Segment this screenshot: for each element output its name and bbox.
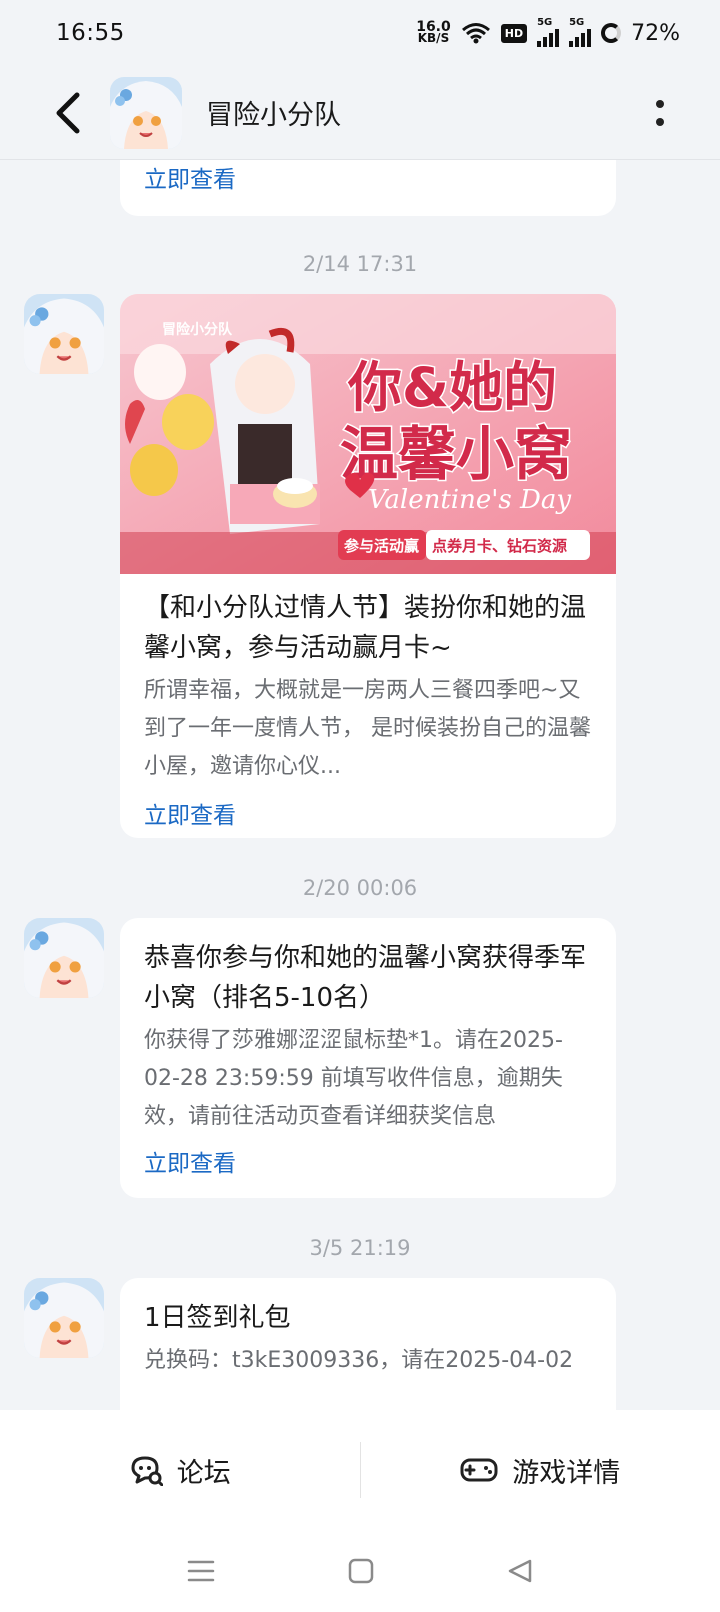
message-card[interactable]: 1日签到礼包 兑换码：t3kE3009336，请在2025-04-02 — [120, 1278, 616, 1410]
avatar[interactable] — [24, 1278, 104, 1358]
message-timestamp: 2/20 00:06 — [302, 876, 418, 900]
avatar[interactable] — [24, 294, 104, 374]
message-list[interactable]: 立即查看 2/14 17:31 冒险小分队 你&她的 温馨小窝 Valentin… — [0, 160, 720, 1410]
home-icon[interactable] — [347, 1557, 375, 1585]
avatar[interactable] — [110, 76, 182, 149]
signal-2-label: 5G — [569, 17, 585, 28]
message-timestamp: 2/14 17:31 — [302, 252, 418, 276]
chat-header: 冒险小分队 — [0, 66, 720, 160]
avatar-image — [24, 1278, 104, 1358]
dot-icon — [656, 118, 664, 126]
message-body: 你获得了莎雅娜涩涩鼠标垫*1。请在2025-02-28 23:59:59 前填写… — [144, 1028, 563, 1129]
bottom-action-bar: 论坛 游戏详情 — [0, 1410, 720, 1530]
wifi-icon — [461, 23, 490, 44]
game-detail-button[interactable]: 游戏详情 — [361, 1451, 720, 1490]
signal-1-label: 5G — [537, 17, 553, 28]
hd-badge: HD — [500, 23, 528, 43]
avatar-image — [24, 918, 104, 998]
status-time: 16:55 — [56, 20, 125, 46]
message-card[interactable]: 立即查看 — [120, 160, 616, 216]
network-speed-unit: KB/S — [417, 31, 450, 45]
message-title: 1日签到礼包 — [144, 1303, 291, 1333]
forum-icon — [131, 1456, 163, 1486]
message-title: 恭喜你参与你和她的温馨小窝获得季军小窝（排名5-10名） — [144, 943, 587, 1013]
forum-label: 论坛 — [176, 1457, 231, 1489]
banner-headline-1: 你&她的 — [347, 356, 557, 419]
signal-icon-2: 5G — [569, 17, 592, 47]
menu-icon[interactable] — [186, 1558, 216, 1584]
banner-image: 冒险小分队 你&她的 温馨小窝 Valentine's Day 参与活动赢 点券… — [120, 294, 616, 574]
battery-icon — [601, 23, 622, 43]
banner-logo: 冒险小分队 — [162, 321, 233, 338]
message-card[interactable]: 冒险小分队 你&她的 温馨小窝 Valentine's Day 参与活动赢 点券… — [120, 294, 616, 838]
message-timestamp: 3/5 21:19 — [309, 1236, 411, 1260]
game-detail-label: 游戏详情 — [512, 1457, 621, 1489]
banner-headline-2: 温馨小窝 — [340, 420, 572, 488]
message-body: 所谓幸福，大概就是一房两人三餐四季吧~又到了一年一度情人节， 是时候装扮自己的温… — [144, 678, 591, 779]
avatar[interactable] — [24, 918, 104, 998]
gamepad-icon — [460, 1458, 498, 1482]
network-speed: 16.0 KB/S — [416, 20, 451, 45]
banner-badge-left: 参与活动赢 — [344, 537, 419, 555]
view-now-link[interactable]: 立即查看 — [144, 803, 236, 829]
avatar-image — [110, 76, 182, 149]
status-bar: 16:55 16.0 KB/S HD 5G 5G 72% — [0, 0, 720, 66]
avatar-image — [24, 294, 104, 374]
signal-icon-1: 5G — [537, 17, 560, 47]
message-card[interactable]: 恭喜你参与你和她的温馨小窝获得季军小窝（排名5-10名） 你获得了莎雅娜涩涩鼠标… — [120, 918, 616, 1198]
view-now-link[interactable]: 立即查看 — [144, 1151, 236, 1177]
dot-icon — [656, 100, 664, 108]
banner-script: Valentine's Day — [368, 485, 571, 515]
message-body: 兑换码：t3kE3009336，请在2025-04-02 — [144, 1348, 574, 1373]
event-banner[interactable]: 冒险小分队 你&她的 温馨小窝 Valentine's Day 参与活动赢 点券… — [120, 294, 616, 574]
message-title: 【和小分队过情人节】装扮你和她的温馨小窝，参与活动赢月卡~ — [144, 593, 587, 663]
view-now-link[interactable]: 立即查看 — [144, 167, 236, 193]
banner-badge-right: 点券月卡、钻石资源 — [432, 537, 567, 555]
system-nav-bar — [0, 1530, 720, 1612]
chevron-left-icon — [56, 92, 80, 133]
chat-title: 冒险小分队 — [206, 100, 341, 131]
status-icons: 16.0 KB/S HD 5G 5G 72% — [416, 17, 680, 47]
back-triangle-icon[interactable] — [506, 1557, 534, 1585]
battery-level: 72% — [631, 20, 680, 46]
more-options-button[interactable] — [640, 90, 680, 136]
forum-button[interactable]: 论坛 — [0, 1451, 360, 1490]
back-button[interactable] — [38, 83, 98, 143]
